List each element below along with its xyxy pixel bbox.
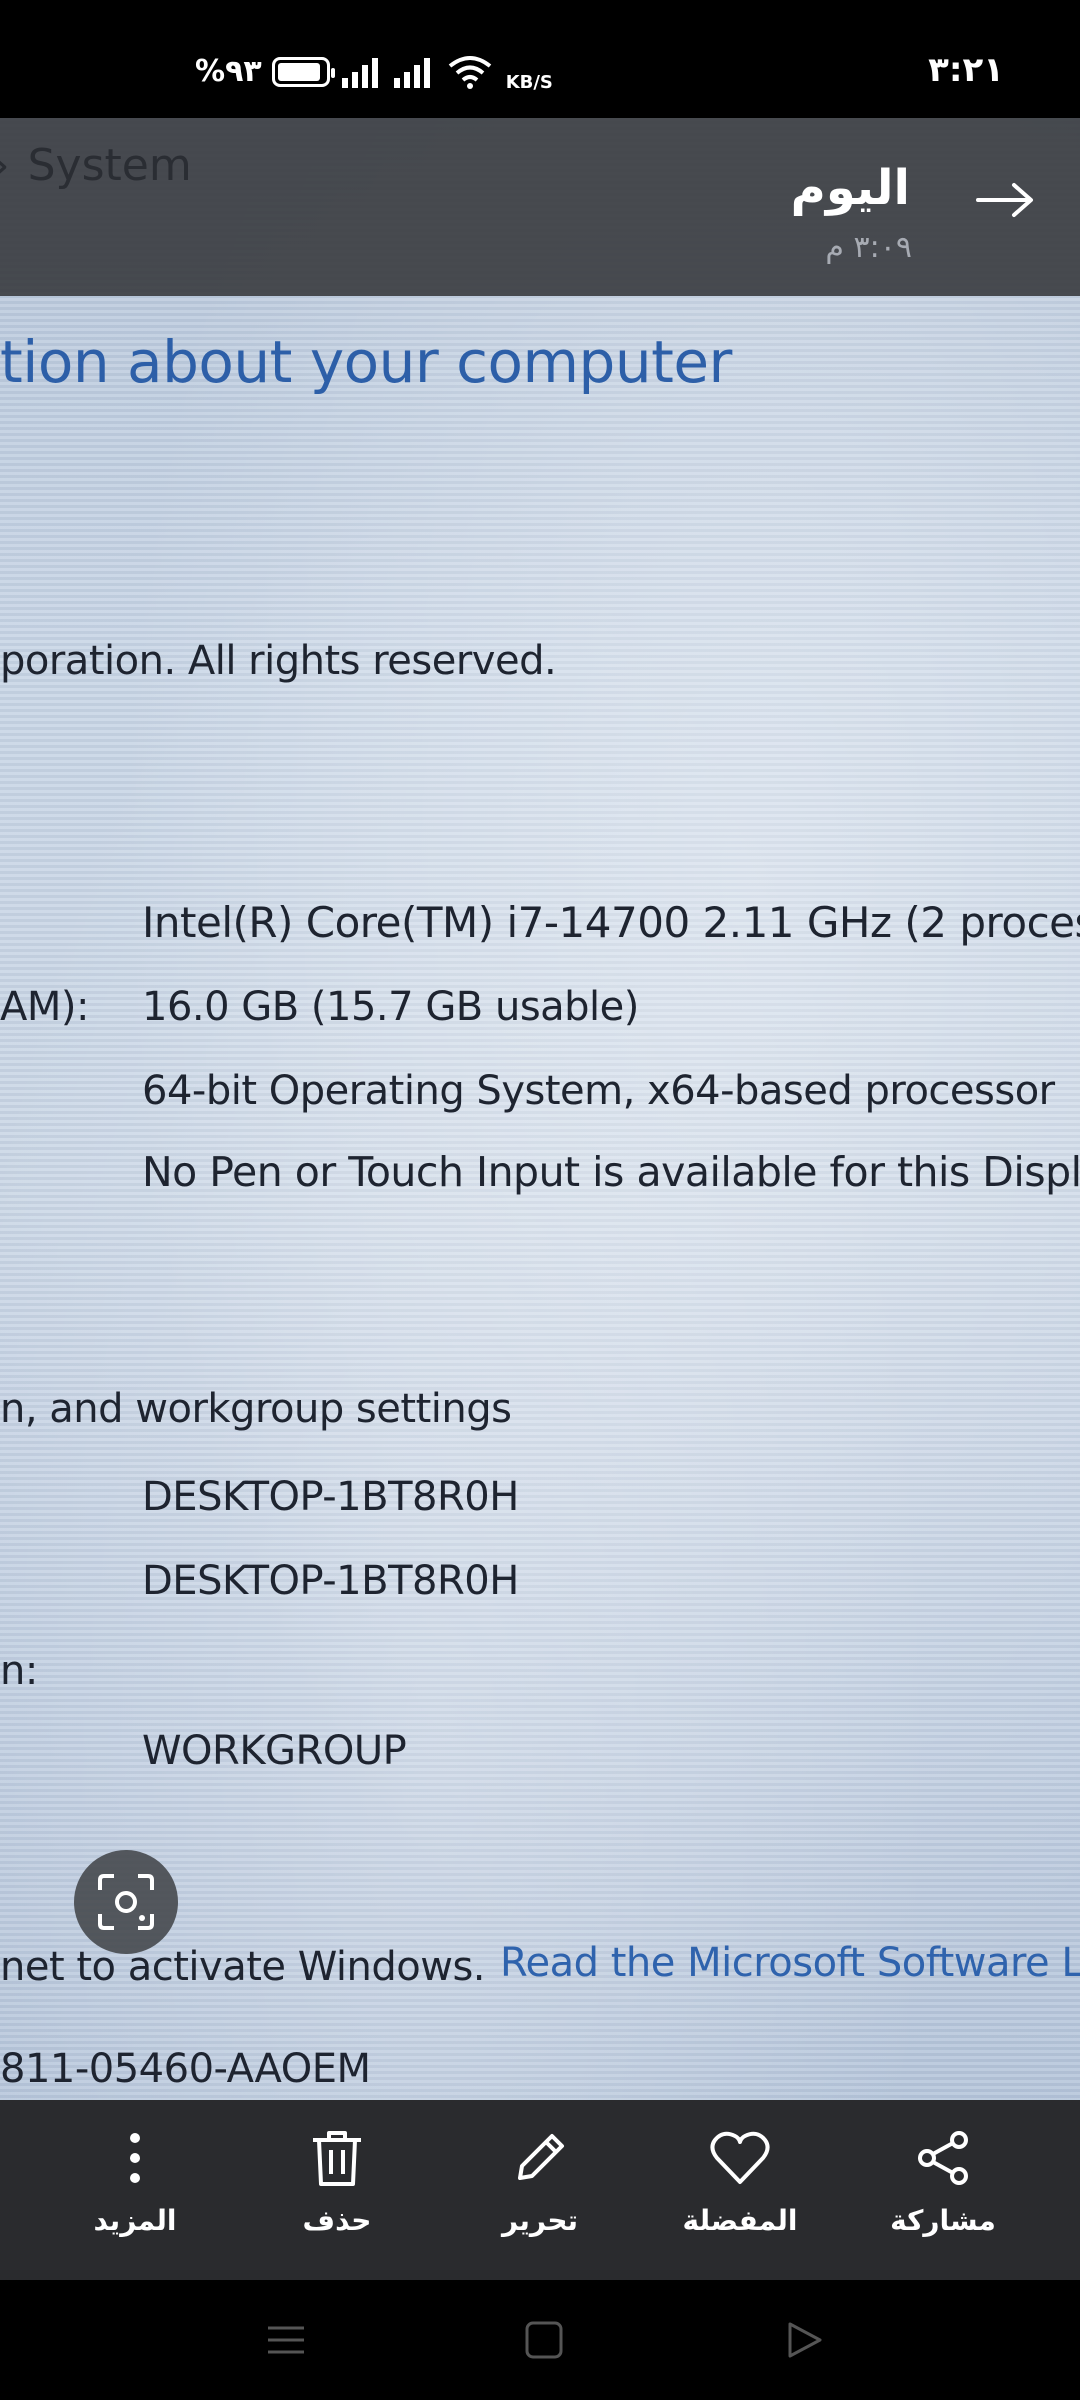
back-triangle-icon[interactable] <box>784 2320 824 2360</box>
status-indicators: %٩٣ KB/S <box>195 50 553 93</box>
more-label: المزيد <box>93 2204 177 2237</box>
workgroup-value: WORKGROUP <box>142 1728 407 1774</box>
system-nav-bar <box>0 2280 1080 2400</box>
battery-icon <box>271 56 335 87</box>
google-lens-icon <box>98 1874 154 1930</box>
processor-value: Intel(R) Core(TM) i7-14700 2.11 GHz (2 p… <box>142 898 1080 947</box>
net-speed: KB/S <box>505 72 553 93</box>
section-computer-name: n, and workgroup settings <box>0 1386 512 1432</box>
more-button[interactable]: المزيد <box>60 2124 210 2237</box>
heart-icon <box>710 2131 770 2184</box>
viewer-subtitle: ٣:٠٩ م <box>825 230 912 265</box>
menu-icon[interactable] <box>266 2320 306 2360</box>
signal-icon <box>341 57 378 88</box>
screen-heading: tion about your computer <box>0 328 732 396</box>
edit-label: تحرير <box>501 2204 579 2237</box>
screen-breadcrumb: ›System <box>0 140 192 191</box>
signal-icon-2 <box>393 57 430 88</box>
photo-view[interactable]: ›System اليوم ٣:٠٩ م tion about your com… <box>0 118 1080 2280</box>
viewer-top-bar: ›System اليوم ٣:٠٩ م <box>0 118 1080 296</box>
delete-label: حذف <box>302 2204 372 2237</box>
copyright-text: poration. All rights reserved. <box>0 638 557 684</box>
edit-button[interactable]: تحرير <box>465 2124 615 2237</box>
pencil-icon <box>518 2134 564 2180</box>
activation-text: net to activate Windows. <box>0 1944 486 1990</box>
favorite-label: المفضلة <box>682 2204 798 2237</box>
google-lens-button[interactable] <box>74 1850 178 1954</box>
favorite-button[interactable]: المفضلة <box>665 2124 815 2237</box>
product-id: 811-05460-AAOEM <box>0 2046 371 2092</box>
viewer-title: اليوم <box>790 160 910 216</box>
battery-fill <box>277 62 321 81</box>
status-bar: %٩٣ KB/S ٣:٢١ <box>0 0 1080 118</box>
arrow-right-icon[interactable] <box>976 182 1036 218</box>
action-bar: مشاركة المفضلة تحرير حذف المزيد <box>0 2100 1080 2280</box>
home-square-icon[interactable] <box>524 2320 564 2360</box>
pen-touch-value: No Pen or Touch Input is available for t… <box>142 1148 1080 1196</box>
license-link[interactable]: Read the Microsoft Software L <box>500 1940 1080 1986</box>
ram-value: 16.0 GB (15.7 GB usable) <box>142 984 639 1030</box>
computer-name-value: DESKTOP-1BT8R0H <box>142 1474 519 1520</box>
full-computer-name-value: DESKTOP-1BT8R0H <box>142 1558 519 1604</box>
trash-icon <box>313 2131 361 2186</box>
battery-percent: %٩٣ <box>195 54 262 89</box>
delete-button[interactable]: حذف <box>262 2124 412 2237</box>
workgroup-label: n: <box>0 1648 38 1694</box>
clock: ٣:٢١ <box>928 50 1004 90</box>
share-button[interactable]: مشاركة <box>868 2124 1018 2237</box>
wifi-icon <box>448 55 491 89</box>
share-icon <box>918 2131 968 2185</box>
share-label: مشاركة <box>890 2204 996 2237</box>
system-type-value: 64-bit Operating System, x64-based proce… <box>142 1068 1055 1114</box>
more-vertical-icon <box>130 2133 140 2183</box>
ram-label: AM): <box>0 984 89 1030</box>
